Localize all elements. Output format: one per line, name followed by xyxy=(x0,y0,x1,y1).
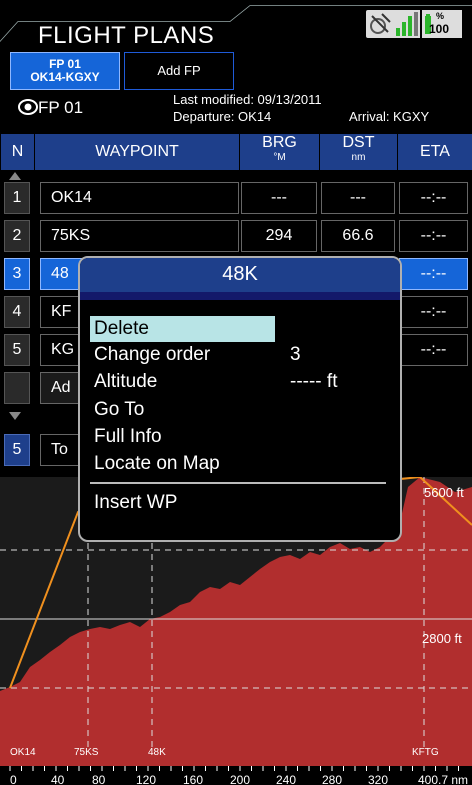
axis-tick-label: 320 xyxy=(368,773,388,785)
row-eta: --:-- xyxy=(399,296,468,328)
menu-item-full-info[interactable]: Full Info xyxy=(90,424,162,450)
title-bar: FLIGHT PLANS % 100 xyxy=(0,0,472,52)
row-eta: --:-- xyxy=(399,220,468,252)
column-brg[interactable]: BRG °M xyxy=(239,134,319,170)
axis-tick-label: 40 xyxy=(51,773,65,785)
context-menu-title: 48K xyxy=(80,258,400,292)
alt-label-high: 5600 ft xyxy=(424,485,464,500)
context-menu-divider xyxy=(80,292,400,300)
column-dst-label: DST xyxy=(342,134,375,151)
column-brg-label: BRG xyxy=(262,134,297,151)
row-number: 2 xyxy=(4,220,30,252)
column-waypoint[interactable]: WAYPOINT xyxy=(34,134,239,170)
waypoint-label: OK14 xyxy=(10,747,36,758)
axis-tick-label: 200 xyxy=(230,773,250,785)
menu-item-go-to[interactable]: Go To xyxy=(90,397,144,423)
page-title: FLIGHT PLANS xyxy=(38,22,215,49)
axis-end-label: 400.7 nm xyxy=(418,773,468,785)
axis-tick-label: 160 xyxy=(183,773,203,785)
signal-strength-icon xyxy=(392,10,420,38)
altitude-value: ----- ft xyxy=(290,371,338,392)
battery-percent: 100 xyxy=(429,22,450,36)
departure: Departure: OK14 xyxy=(173,109,272,124)
row-eta: --:-- xyxy=(399,182,468,214)
menu-item-delete[interactable]: Delete xyxy=(90,316,275,342)
tab-fp-01[interactable]: FP 01 OK14-KGXY xyxy=(10,52,120,90)
axis-tick-label: 280 xyxy=(322,773,342,785)
menu-item-altitude[interactable]: Altitude xyxy=(90,369,157,395)
waypoint-context-menu: 48K Delete Change order 3 Altitude -----… xyxy=(78,256,402,542)
axis-tick-label: 120 xyxy=(136,773,156,785)
row-dst: 66.6 xyxy=(321,220,395,252)
tab-fp-01-route: OK14-KGXY xyxy=(30,70,100,84)
menu-item-insert-wp[interactable]: Insert WP xyxy=(90,490,177,516)
column-eta[interactable]: ETA xyxy=(397,134,472,170)
column-n[interactable]: N xyxy=(0,134,34,170)
satellite-icon xyxy=(366,10,394,38)
row-eta: --:-- xyxy=(399,334,468,366)
row-number: 1 xyxy=(4,182,30,214)
row-dst: --- xyxy=(321,182,395,214)
menu-separator xyxy=(90,482,386,484)
alt-label-mid: 2800 ft xyxy=(422,631,462,646)
total-count: 5 xyxy=(4,434,30,466)
row-brg: --- xyxy=(241,182,317,214)
column-dst-unit: nm xyxy=(351,152,366,163)
eye-icon[interactable] xyxy=(18,96,38,116)
last-modified: Last modified: 09/13/2011 xyxy=(173,92,322,107)
row-number: 5 xyxy=(4,334,30,366)
change-order-value: 3 xyxy=(290,344,301,365)
axis-tick-label: 80 xyxy=(92,773,106,785)
column-n-label: N xyxy=(11,143,24,160)
row-waypoint: 75KS xyxy=(40,220,239,252)
column-brg-unit: °M xyxy=(273,152,286,163)
arrival: Arrival: KGXY xyxy=(349,109,430,124)
row-waypoint: OK14 xyxy=(40,182,239,214)
menu-item-locate-on-map[interactable]: Locate on Map xyxy=(90,451,220,477)
column-eta-label: ETA xyxy=(420,143,450,160)
distance-axis: 0 40 80 120 160 200 240 280 320 400.7 nm xyxy=(0,766,472,785)
axis-tick-label: 240 xyxy=(276,773,296,785)
status-icons xyxy=(364,10,466,40)
row-eta: --:-- xyxy=(399,258,468,290)
axis-tick-label: 0 xyxy=(10,773,17,785)
waypoint-label: 48K xyxy=(148,747,166,758)
tab-add-fp[interactable]: Add FP xyxy=(124,52,234,90)
table-row[interactable]: 1 OK14 --- --- --:-- xyxy=(0,181,472,215)
scroll-up-icon[interactable] xyxy=(8,171,22,181)
flight-plan-name: FP 01 xyxy=(38,98,84,117)
row-brg: 294 xyxy=(241,220,317,252)
row-number: 3 xyxy=(4,258,30,290)
waypoint-label: 75KS xyxy=(74,747,99,758)
column-dst[interactable]: DST nm xyxy=(319,134,397,170)
table-row[interactable]: 2 75KS 294 66.6 --:-- xyxy=(0,219,472,253)
row-number: 4 xyxy=(4,296,30,328)
waypoint-label: KFTG xyxy=(412,747,439,758)
row-number xyxy=(4,372,30,404)
menu-item-change-order[interactable]: Change order xyxy=(90,342,210,368)
battery-percent-unit: % xyxy=(436,11,445,21)
scroll-down-icon[interactable] xyxy=(8,411,22,421)
column-waypoint-label: WAYPOINT xyxy=(95,143,179,160)
